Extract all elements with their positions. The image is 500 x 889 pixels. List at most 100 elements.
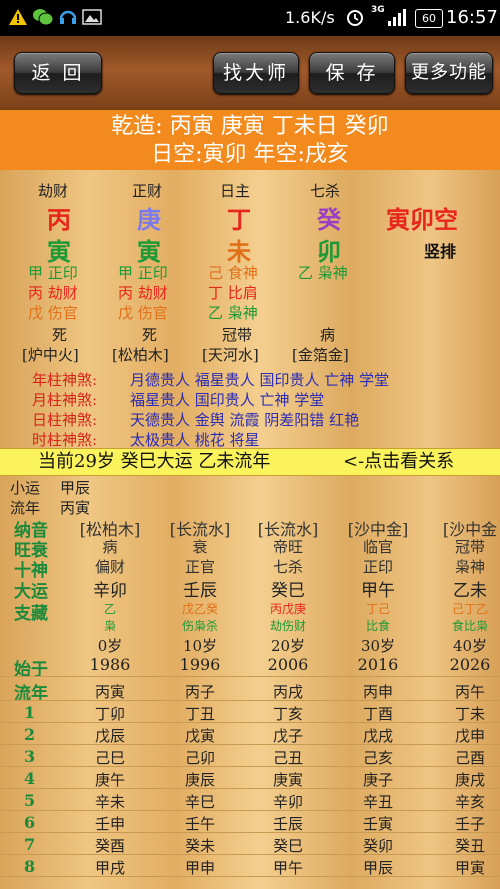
liunian-cell[interactable]: 壬辰 <box>243 813 333 834</box>
save-button[interactable]: 保 存 <box>309 52 395 94</box>
liunian-cell[interactable]: 辛丑 <box>333 791 423 812</box>
dayun-year: 2006 <box>267 655 309 674</box>
liunian-cell[interactable]: 丁丑 <box>155 703 245 724</box>
liunian-cell[interactable]: 己巳 <box>65 747 155 768</box>
liunian-index: 7 <box>24 835 36 854</box>
liunian-cell[interactable]: 戊辰 <box>65 725 155 746</box>
liunian-cell[interactable]: 甲申 <box>155 857 245 878</box>
liunian-index: 1 <box>24 703 36 722</box>
dayun-gz[interactable]: 乙未 <box>425 576 500 601</box>
liunian-cell[interactable]: 己酉 <box>425 747 500 768</box>
status-bar: 1.6K/s 3G 60 16:57 <box>0 0 500 36</box>
hidden-stem: 乙 枭神 <box>298 264 348 282</box>
liunian-cell[interactable]: 壬午 <box>155 813 245 834</box>
hidden-stem: 甲 正印 <box>28 264 78 282</box>
pillar-role: 劫财 <box>38 182 69 200</box>
dayun-age: 0岁 <box>97 637 123 655</box>
liunian-cell[interactable]: 丁卯 <box>65 703 155 724</box>
liunian-cell[interactable]: 辛卯 <box>243 791 333 812</box>
dayun-gz[interactable]: 癸巳 <box>243 576 333 601</box>
dayun-zc1: 己丁乙 <box>451 602 488 616</box>
liunian-cell[interactable]: 癸未 <box>155 835 245 856</box>
liunian-cell[interactable]: 壬子 <box>425 813 500 834</box>
liunian-cell[interactable]: 丙子 <box>155 681 245 702</box>
liunian-cell[interactable]: 甲戌 <box>65 857 155 878</box>
back-button[interactable]: 返 回 <box>14 52 102 94</box>
liunian-cell[interactable]: 辛亥 <box>425 791 500 812</box>
dayun-zc2: 比食 <box>365 619 390 633</box>
liunian-cell[interactable]: 甲辰 <box>333 857 423 878</box>
liunian-cell[interactable]: 庚辰 <box>155 769 245 790</box>
pillar-state: 死 <box>142 326 158 344</box>
liunian-cell[interactable]: 丙寅 <box>65 681 155 702</box>
liunian-cell[interactable]: 戊子 <box>243 725 333 746</box>
signal-type: 3G <box>371 5 385 15</box>
liunian-cell[interactable]: 辛未 <box>65 791 155 812</box>
dayun-ws: 病 <box>102 538 118 556</box>
liunian-cell[interactable]: 戊戌 <box>333 725 423 746</box>
liunian-cell[interactable]: 己丑 <box>243 747 333 768</box>
liunian-cell[interactable]: 己卯 <box>155 747 245 768</box>
liunian-cell[interactable]: 庚午 <box>65 769 155 790</box>
liunian-cell[interactable]: 甲寅 <box>425 857 500 878</box>
hidden-stem: 戊 伤官 <box>118 304 168 322</box>
hidden-stem: 丁 比肩 <box>208 284 258 302</box>
dayun-zc2: 食比枭 <box>451 619 488 633</box>
pillar-role: 正财 <box>132 182 163 200</box>
dayun-age: 30岁 <box>360 637 396 655</box>
dayun-ws: 冠带 <box>454 538 485 556</box>
liunian-cell[interactable]: 辛巳 <box>155 791 245 812</box>
gallery-icon <box>82 9 102 25</box>
headset-icon <box>59 10 77 24</box>
liunian-cell[interactable]: 丁酉 <box>333 703 423 724</box>
stem-cell[interactable]: 庚 <box>137 200 161 235</box>
shensha-label: 年柱神煞: <box>32 371 98 389</box>
chart-header: 乾造: 丙寅 庚寅 丁未日 癸卯 日空:寅卯 年空:戌亥 <box>0 110 500 170</box>
more-button[interactable]: 更多功能 <box>405 52 493 94</box>
liunian-cell[interactable]: 甲午 <box>243 857 333 878</box>
network-speed: 1.6K/s <box>285 8 335 27</box>
liunian-cell[interactable]: 庚子 <box>333 769 423 790</box>
shensha-label: 时柱神煞: <box>32 431 98 449</box>
liunian-cell[interactable]: 壬寅 <box>333 813 423 834</box>
vertical-toggle[interactable]: 竖排 <box>424 238 456 262</box>
liunian-cell[interactable]: 丙戌 <box>243 681 333 702</box>
liunian-cell[interactable]: 丁未 <box>425 703 500 724</box>
wechat-icon <box>33 9 54 26</box>
shensha-items: 太极贵人 桃花 将星 <box>130 431 260 449</box>
dayun-gz[interactable]: 辛卯 <box>65 576 155 601</box>
liunian-index: 6 <box>24 813 36 832</box>
liunian-index: 3 <box>24 747 36 766</box>
liunian-cell[interactable]: 癸巳 <box>243 835 333 856</box>
shensha-items: 福星贵人 国印贵人 亡神 学堂 <box>130 391 325 409</box>
pillar-nayin: [天河水] <box>202 346 259 364</box>
shensha-items: 天德贵人 金舆 流霞 阴差阳错 红艳 <box>130 411 360 429</box>
relation-link[interactable]: <-点击看关系 <box>343 449 454 475</box>
liunian-index: 4 <box>24 769 36 788</box>
dayun-gz[interactable]: 壬辰 <box>155 576 245 601</box>
dayun-gz[interactable]: 甲午 <box>333 576 423 601</box>
current-luck-banner[interactable]: 当前29岁 癸巳大运 乙未流年 <-点击看关系 <box>0 448 500 476</box>
stem-cell[interactable]: 丁 <box>227 200 251 235</box>
liunian-cell[interactable]: 癸卯 <box>333 835 423 856</box>
liunian-cell[interactable]: 戊申 <box>425 725 500 746</box>
hidden-stem: 甲 正印 <box>118 264 168 282</box>
liunian-cell[interactable]: 丁亥 <box>243 703 333 724</box>
dayun-ws: 帝旺 <box>272 538 303 556</box>
pillar-nayin: [炉中火] <box>22 346 79 364</box>
liunian-cell[interactable]: 庚戌 <box>425 769 500 790</box>
pillar-nayin: [松柏木] <box>112 346 169 364</box>
liunian-cell[interactable]: 庚寅 <box>243 769 333 790</box>
liunian-cell[interactable]: 丙午 <box>425 681 500 702</box>
liunian-cell[interactable]: 戊寅 <box>155 725 245 746</box>
liunian-cell[interactable]: 癸丑 <box>425 835 500 856</box>
liunian-cell[interactable]: 壬申 <box>65 813 155 834</box>
liunian-cell[interactable]: 己亥 <box>333 747 423 768</box>
xiaoyun-value: 甲辰 <box>60 479 91 497</box>
find-master-button[interactable]: 找大师 <box>213 52 299 94</box>
stem-cell[interactable]: 丙 <box>47 200 71 235</box>
alarm-icon <box>347 10 363 26</box>
stem-cell[interactable]: 癸 <box>317 200 341 235</box>
liunian-cell[interactable]: 癸酉 <box>65 835 155 856</box>
liunian-cell[interactable]: 丙申 <box>333 681 423 702</box>
